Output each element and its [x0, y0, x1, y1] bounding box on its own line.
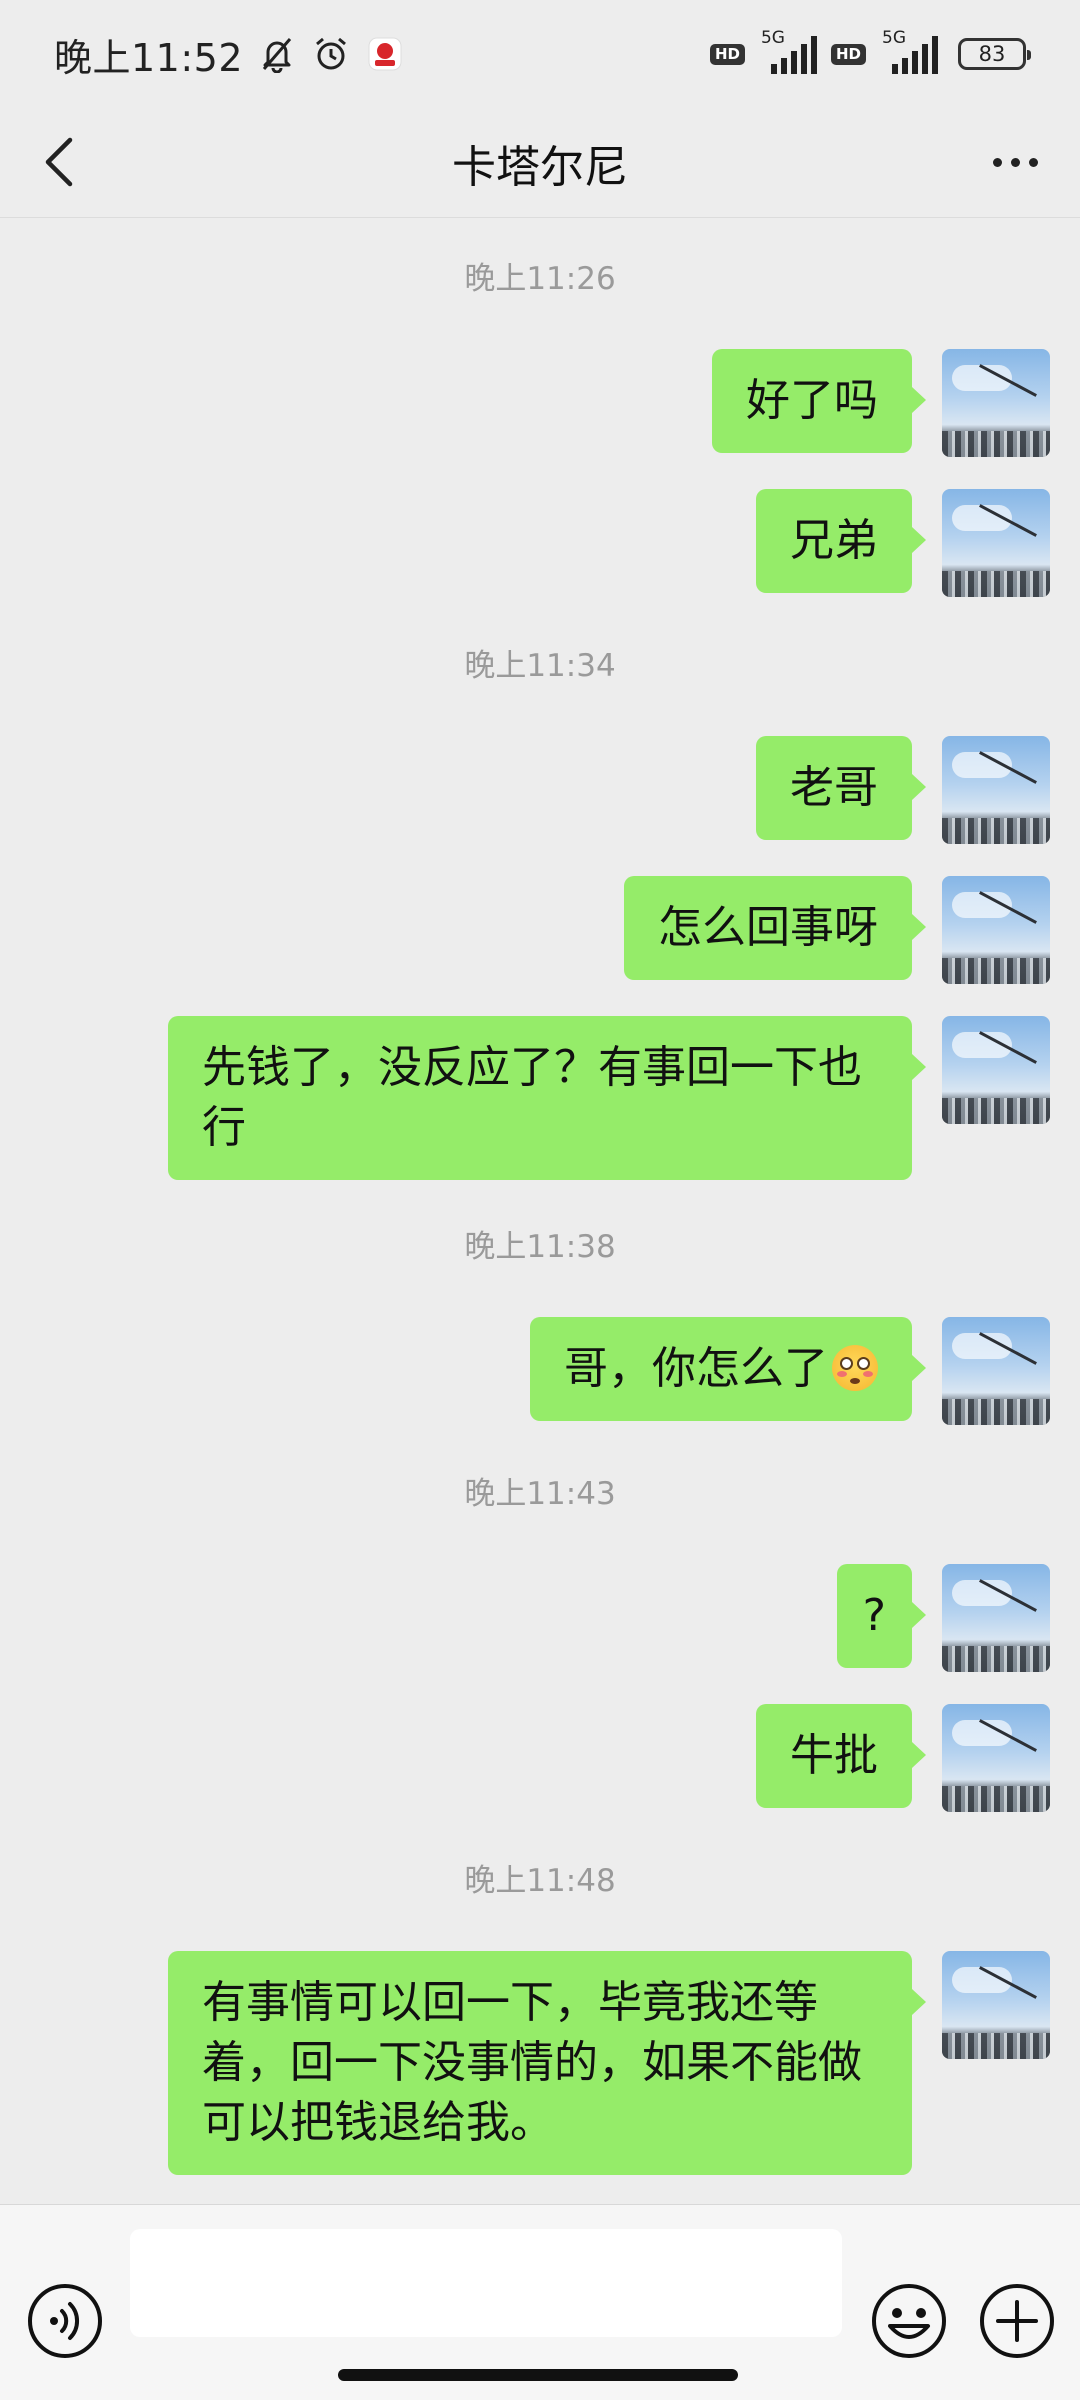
avatar[interactable] — [942, 489, 1050, 597]
signal-bars-icon — [892, 36, 938, 74]
message-row: 兄弟 — [756, 489, 1050, 597]
signal-2: 5G — [878, 28, 940, 76]
more-icon-dot — [1028, 157, 1038, 167]
more-functions-button[interactable] — [978, 2282, 1056, 2360]
emoji-button[interactable] — [870, 2282, 948, 2360]
avatar[interactable] — [942, 1704, 1050, 1812]
app-notification-icon — [365, 34, 405, 74]
message-bubble[interactable]: ? — [836, 1564, 927, 1668]
message-bubble[interactable]: 老哥 — [756, 736, 926, 840]
signal-1: 5G — [757, 28, 819, 76]
status-time: 晚上11:52 — [54, 35, 244, 80]
message-row: 先钱了，没反应了？有事回一下也行 — [168, 1016, 1050, 1180]
message-bubble[interactable]: 好了吗 — [712, 349, 926, 453]
avatar[interactable] — [942, 736, 1050, 844]
message-text: 牛批 — [790, 1730, 878, 1781]
battery-icon: 83 — [958, 38, 1031, 70]
avatar[interactable] — [942, 1951, 1050, 2059]
chat-title: 卡塔尔尼 — [452, 141, 628, 193]
message-text: 哥，你怎么了 — [564, 1343, 828, 1394]
message-row: 哥，你怎么了 — [530, 1317, 1050, 1425]
plus-icon — [980, 2284, 1054, 2358]
message-row: 怎么回事呀 — [624, 876, 1050, 984]
battery-level: 83 — [978, 42, 1006, 66]
message-text: 怎么回事呀 — [658, 902, 878, 953]
message-input[interactable] — [130, 2229, 842, 2337]
more-icon-dot — [1010, 157, 1020, 167]
message-row: 老哥 — [756, 736, 1050, 844]
hd-badge-2: HD — [830, 43, 866, 65]
voice-button[interactable] — [26, 2282, 104, 2360]
message-text: 有事情可以回一下，毕竟我还等着，回一下没事情的，如果不能做可以把钱退给我。 — [202, 1977, 862, 2148]
message-bubble[interactable]: 怎么回事呀 — [624, 876, 926, 980]
message-row: ? — [836, 1564, 1050, 1672]
status-right: HD 5G HD 5G 83 — [709, 28, 1031, 76]
chat-messages[interactable]: 晚上11:26 好了吗 兄弟 晚上11:34 老哥 怎么回事呀 先钱了，没反应了… — [0, 219, 1080, 2204]
message-text: ? — [862, 1590, 886, 1641]
message-bubble[interactable]: 先钱了，没反应了？有事回一下也行 — [168, 1016, 926, 1180]
message-text: 好了吗 — [746, 375, 878, 426]
more-button[interactable] — [980, 132, 1050, 192]
avatar[interactable] — [942, 1016, 1050, 1124]
message-bubble[interactable]: 有事情可以回一下，毕竟我还等着，回一下没事情的，如果不能做可以把钱退给我。 — [168, 1951, 926, 2175]
message-bubble[interactable]: 兄弟 — [756, 489, 926, 593]
message-row: 牛批 — [756, 1704, 1050, 1812]
message-bubble[interactable]: 牛批 — [756, 1704, 926, 1808]
message-text: 兄弟 — [790, 515, 878, 566]
voice-icon — [28, 2284, 102, 2358]
avatar[interactable] — [942, 1564, 1050, 1672]
timestamp: 晚上11:34 — [464, 648, 616, 684]
home-indicator[interactable] — [338, 2369, 738, 2381]
avatar[interactable] — [942, 349, 1050, 457]
timestamp: 晚上11:38 — [464, 1229, 616, 1265]
message-row: 好了吗 — [712, 349, 1050, 457]
chat-header: 卡塔尔尼 — [0, 108, 1080, 218]
timestamp: 晚上11:43 — [464, 1476, 616, 1512]
status-left: 晚上11:52 — [54, 27, 405, 82]
message-text: 先钱了，没反应了？有事回一下也行 — [202, 1042, 862, 1153]
signal-bars-icon — [770, 36, 817, 74]
avatar[interactable] — [942, 1317, 1050, 1425]
back-button[interactable] — [30, 132, 90, 192]
hd-badge-1: HD — [709, 43, 745, 65]
more-icon-dot — [992, 157, 1002, 167]
message-bubble[interactable]: 哥，你怎么了 — [530, 1317, 926, 1421]
timestamp: 晚上11:48 — [464, 1863, 616, 1899]
message-row: 有事情可以回一下，毕竟我还等着，回一下没事情的，如果不能做可以把钱退给我。 — [168, 1951, 1050, 2175]
alarm-icon — [311, 34, 351, 74]
flushed-face-emoji-icon — [832, 1345, 878, 1391]
chevron-left-icon — [45, 137, 73, 187]
avatar[interactable] — [942, 876, 1050, 984]
timestamp: 晚上11:26 — [464, 261, 616, 297]
message-text: 老哥 — [790, 762, 878, 813]
emoji-icon — [872, 2284, 946, 2358]
status-bar: 晚上11:52 HD 5G HD 5G 83 — [0, 0, 1080, 108]
bell-off-icon — [257, 34, 297, 74]
